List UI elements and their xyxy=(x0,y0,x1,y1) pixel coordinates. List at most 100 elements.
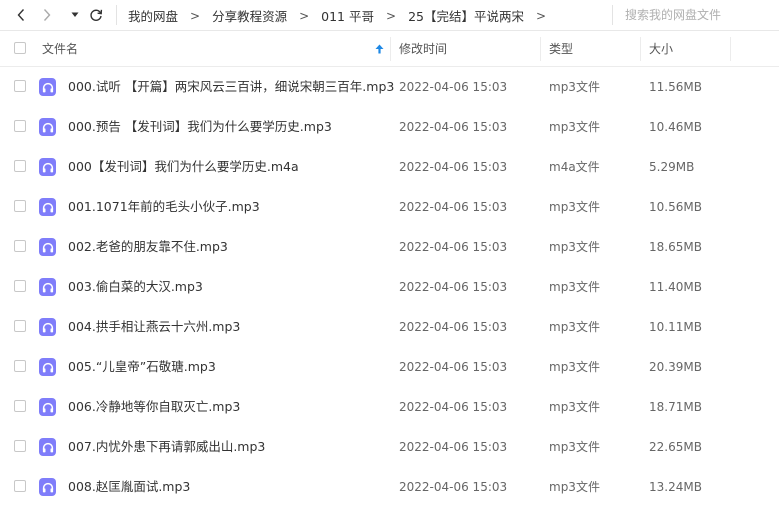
breadcrumb-item-shared-resources[interactable]: 分享教程资源 xyxy=(212,6,287,25)
file-row[interactable]: 003.偷白菜的大汉.mp3 2022-04-06 15:03 mp3文件 11.40… xyxy=(0,267,779,307)
audio-file-icon xyxy=(39,278,56,296)
file-type: mp3文件 xyxy=(549,440,600,454)
headphones-glyph xyxy=(42,402,53,412)
file-type: mp3文件 xyxy=(549,280,600,294)
chevron-left-icon xyxy=(17,9,25,21)
file-row[interactable]: 004.拱手相让燕云十六州.mp3 2022-04-06 15:03 mp3文件 10… xyxy=(0,307,779,347)
file-modified-time: 2022-04-06 15:03 xyxy=(399,200,508,214)
row-checkbox[interactable] xyxy=(14,400,26,412)
file-name[interactable]: 002.老爸的朋友靠不住.mp3 xyxy=(68,227,228,267)
file-name[interactable]: 007.内忧外患下再请郭威出山.mp3 xyxy=(68,427,265,467)
headphones-glyph xyxy=(42,282,53,292)
file-modified-time: 2022-04-06 15:03 xyxy=(399,360,508,374)
back-button[interactable] xyxy=(12,6,30,24)
toolbar-divider xyxy=(612,5,613,25)
file-name[interactable]: 000.预告 【发刊词】我们为什么要学历史.mp3 xyxy=(68,107,332,147)
breadcrumb-separator: > xyxy=(386,8,397,23)
file-name[interactable]: 006.冷静地等你自取灭亡.mp3 xyxy=(68,387,240,427)
column-header-size[interactable]: 大小 xyxy=(649,31,673,66)
file-row[interactable]: 000.预告 【发刊词】我们为什么要学历史.mp3 2022-04-06 15:0… xyxy=(0,107,779,147)
headphones-glyph xyxy=(42,322,53,332)
file-modified-time: 2022-04-06 15:03 xyxy=(399,440,508,454)
file-size: 18.71MB xyxy=(649,400,702,414)
file-list-header: 文件名 修改时间 类型 大小 xyxy=(0,31,779,67)
file-list: 000.试听 【开篇】两宋风云三百讲，细说宋朝三百年.mp3 2022-04-06… xyxy=(0,67,779,507)
sort-arrow-up-icon[interactable] xyxy=(375,44,384,54)
audio-file-icon xyxy=(39,358,56,376)
column-divider[interactable] xyxy=(540,37,541,61)
row-checkbox[interactable] xyxy=(14,440,26,452)
breadcrumb-item-ping-ge[interactable]: 011 平哥 xyxy=(321,6,374,25)
file-name[interactable]: 001.1071年前的毛头小伙子.mp3 xyxy=(68,187,260,227)
file-size: 13.24MB xyxy=(649,480,702,494)
file-size: 5.29MB xyxy=(649,160,695,174)
column-divider[interactable] xyxy=(640,37,641,61)
file-size: 18.65MB xyxy=(649,240,702,254)
headphones-glyph xyxy=(42,442,53,452)
breadcrumb-item-current-folder[interactable]: 25【完结】平说两宋 xyxy=(408,6,524,25)
breadcrumb-separator: > xyxy=(299,8,310,23)
row-checkbox[interactable] xyxy=(14,80,26,92)
row-checkbox[interactable] xyxy=(14,280,26,292)
history-dropdown-button[interactable] xyxy=(66,6,84,24)
file-name[interactable]: 003.偷白菜的大汉.mp3 xyxy=(68,267,203,307)
file-row[interactable]: 005.“儿皇帝”石敬瑭.mp3 2022-04-06 15:03 mp3文件 20.… xyxy=(0,347,779,387)
select-all-checkbox[interactable] xyxy=(14,42,26,54)
audio-file-icon xyxy=(39,158,56,176)
row-checkbox[interactable] xyxy=(14,160,26,172)
toolbar: 我的网盘 > 分享教程资源 > 011 平哥 > 25【完结】平说两宋 > xyxy=(0,0,779,31)
file-type: mp3文件 xyxy=(549,360,600,374)
file-name[interactable]: 005.“儿皇帝”石敬瑭.mp3 xyxy=(68,347,216,387)
breadcrumb-separator: > xyxy=(190,8,201,23)
file-size: 11.40MB xyxy=(649,280,702,294)
row-checkbox[interactable] xyxy=(14,320,26,332)
refresh-button[interactable] xyxy=(87,6,105,24)
file-modified-time: 2022-04-06 15:03 xyxy=(399,400,508,414)
headphones-glyph xyxy=(42,242,53,252)
row-checkbox[interactable] xyxy=(14,360,26,372)
audio-file-icon xyxy=(39,438,56,456)
row-checkbox[interactable] xyxy=(14,200,26,212)
column-divider[interactable] xyxy=(390,37,391,61)
headphones-glyph xyxy=(42,82,53,92)
file-modified-time: 2022-04-06 15:03 xyxy=(399,480,508,494)
audio-file-icon xyxy=(39,398,56,416)
search-input[interactable] xyxy=(621,8,779,22)
file-row[interactable]: 000【发刊词】我们为什么要学历史.m4a 2022-04-06 15:03 m4a… xyxy=(0,147,779,187)
file-name[interactable]: 004.拱手相让燕云十六州.mp3 xyxy=(68,307,240,347)
audio-file-icon xyxy=(39,318,56,336)
breadcrumb-item-my-drive[interactable]: 我的网盘 xyxy=(128,6,178,25)
column-header-name[interactable]: 文件名 xyxy=(42,31,78,66)
column-header-modified[interactable]: 修改时间 xyxy=(399,31,447,66)
file-row[interactable]: 006.冷静地等你自取灭亡.mp3 2022-04-06 15:03 mp3文件 18… xyxy=(0,387,779,427)
file-row[interactable]: 001.1071年前的毛头小伙子.mp3 2022-04-06 15:03 mp3文… xyxy=(0,187,779,227)
audio-file-icon xyxy=(39,118,56,136)
breadcrumb-separator[interactable]: > xyxy=(536,9,546,23)
file-row[interactable]: 002.老爸的朋友靠不住.mp3 2022-04-06 15:03 mp3文件 18.… xyxy=(0,227,779,267)
file-name[interactable]: 000.试听 【开篇】两宋风云三百讲，细说宋朝三百年.mp3 xyxy=(68,67,394,107)
file-size: 11.56MB xyxy=(649,80,702,94)
headphones-glyph xyxy=(42,362,53,372)
file-name[interactable]: 000【发刊词】我们为什么要学历史.m4a xyxy=(68,147,299,187)
forward-button[interactable] xyxy=(38,6,56,24)
row-checkbox[interactable] xyxy=(14,240,26,252)
file-row[interactable]: 008.赵匡胤面试.mp3 2022-04-06 15:03 mp3文件 13.24M… xyxy=(0,467,779,507)
audio-file-icon xyxy=(39,78,56,96)
file-row[interactable]: 000.试听 【开篇】两宋风云三百讲，细说宋朝三百年.mp3 2022-04-06… xyxy=(0,67,779,107)
file-modified-time: 2022-04-06 15:03 xyxy=(399,160,508,174)
audio-file-icon xyxy=(39,478,56,496)
column-header-type[interactable]: 类型 xyxy=(549,31,573,66)
file-type: mp3文件 xyxy=(549,400,600,414)
file-size: 10.46MB xyxy=(649,120,702,134)
row-checkbox[interactable] xyxy=(14,480,26,492)
file-modified-time: 2022-04-06 15:03 xyxy=(399,240,508,254)
column-divider[interactable] xyxy=(730,37,731,61)
file-row[interactable]: 007.内忧外患下再请郭威出山.mp3 2022-04-06 15:03 mp3文件… xyxy=(0,427,779,467)
chevron-right-icon xyxy=(43,9,51,21)
file-name[interactable]: 008.赵匡胤面试.mp3 xyxy=(68,467,190,507)
headphones-glyph xyxy=(42,202,53,212)
caret-down-icon xyxy=(71,12,79,17)
file-modified-time: 2022-04-06 15:03 xyxy=(399,320,508,334)
audio-file-icon xyxy=(39,198,56,216)
row-checkbox[interactable] xyxy=(14,120,26,132)
